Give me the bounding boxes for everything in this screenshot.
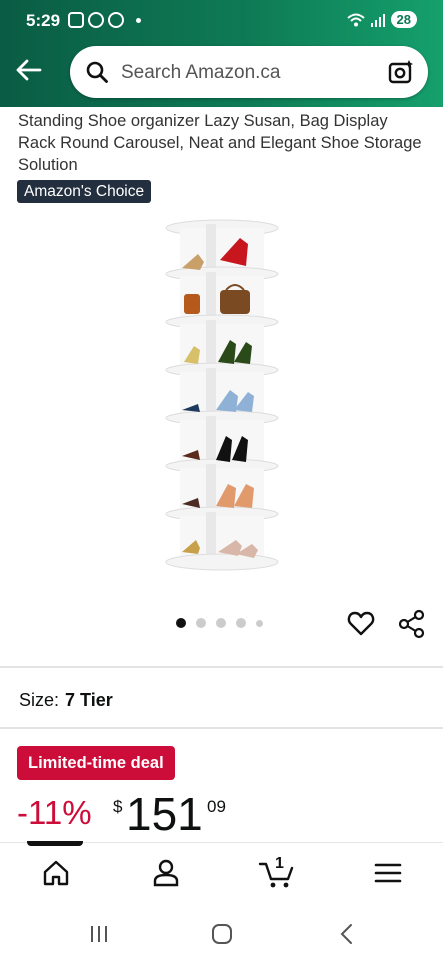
whatsapp-notification-icon: [88, 12, 104, 28]
notification-icons: [68, 12, 141, 28]
discount-percentage: -11%: [17, 794, 92, 831]
search-icon: [86, 61, 108, 83]
cart-count: 1: [275, 855, 284, 872]
price-currency: $: [113, 797, 123, 816]
recent-apps-icon[interactable]: [87, 922, 111, 946]
limited-time-deal-badge: Limited-time deal: [17, 746, 175, 780]
carousel-dot-4[interactable]: [236, 618, 246, 628]
product-title: Standing Shoe organizer Lazy Susan, Bag …: [18, 112, 422, 174]
carousel-dot-1[interactable]: [176, 618, 186, 628]
home-icon[interactable]: [40, 857, 72, 889]
carousel-tiers: [165, 219, 279, 571]
size-selector[interactable]: Size: 7 Tier: [19, 690, 113, 711]
menu-icon[interactable]: [372, 857, 404, 889]
carousel-dot-2[interactable]: [196, 618, 206, 628]
carousel-dot-5[interactable]: [256, 619, 263, 627]
camera-search-icon[interactable]: [388, 59, 414, 85]
status-time: 5:29: [26, 11, 61, 30]
app-header: 5:29 28 Search Amazon.ca: [0, 0, 443, 107]
image-carousel-indicator[interactable]: [176, 618, 263, 628]
divider: [0, 727, 443, 729]
price-whole: 151: [126, 788, 203, 840]
status-indicators: 28: [346, 11, 417, 28]
back-arrow-icon[interactable]: [14, 58, 42, 82]
price-fraction: 09: [207, 797, 226, 816]
status-bar: 5:29 28: [0, 0, 443, 44]
home-system-icon[interactable]: [210, 922, 234, 946]
share-icon[interactable]: [398, 609, 426, 639]
battery-level: 28: [390, 11, 417, 28]
active-tab-indicator: [27, 841, 83, 846]
divider: [0, 666, 443, 668]
signal-icon: [370, 13, 385, 27]
size-value: 7 Tier: [65, 690, 113, 710]
search-bar[interactable]: Search Amazon.ca: [70, 46, 428, 98]
whatsapp-notification-icon-2: [108, 12, 124, 28]
heart-icon[interactable]: [347, 610, 375, 638]
system-navigation-bar: [0, 904, 443, 960]
wifi-icon: [346, 13, 365, 26]
amazons-choice-badge: Amazon's Choice: [17, 180, 152, 203]
size-label: Size:: [19, 690, 60, 710]
product-image[interactable]: [150, 210, 290, 580]
bottom-navigation: [0, 841, 443, 904]
account-icon[interactable]: [150, 857, 182, 889]
carousel-dot-3[interactable]: [216, 618, 226, 628]
more-notifications-dot: [136, 17, 141, 23]
back-system-icon[interactable]: [335, 922, 359, 946]
search-input[interactable]: Search Amazon.ca: [121, 62, 280, 84]
screenshot-notification-icon: [68, 12, 84, 28]
